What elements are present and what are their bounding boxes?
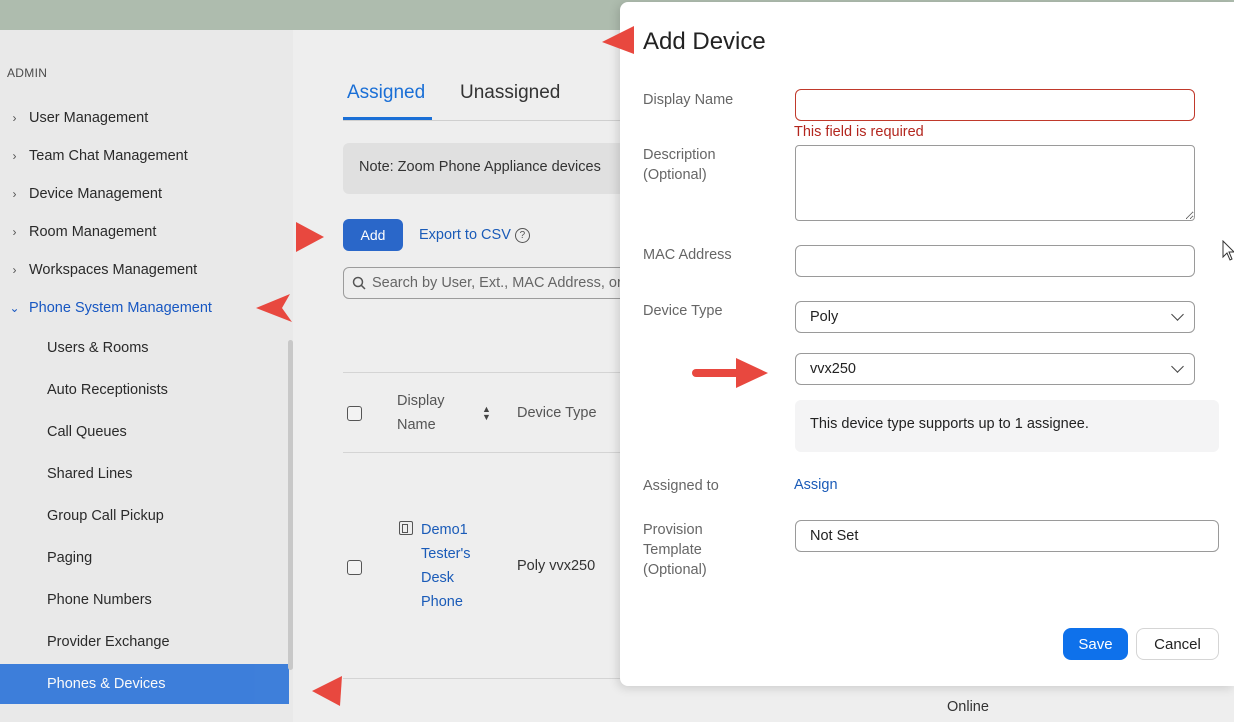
- desk-phone-icon: [399, 521, 413, 535]
- sidebar-item-auto-receptionists[interactable]: Auto Receptionists: [0, 372, 289, 408]
- sidebar-item-workspaces-management[interactable]: › Workspaces Management: [0, 252, 289, 288]
- device-brand-value: Poly: [810, 309, 839, 325]
- display-name-input[interactable]: [795, 89, 1195, 121]
- device-name-link[interactable]: Demo1 Tester's Desk Phone: [421, 518, 491, 614]
- device-type-info: This device type supports up to 1 assign…: [795, 400, 1219, 452]
- add-device-dialog: Add Device Display Name This field is re…: [620, 2, 1234, 686]
- sidebar-item-label: Team Chat Management: [29, 148, 188, 164]
- row-checkbox[interactable]: [347, 560, 362, 575]
- sidebar-item-provider-exchange[interactable]: Provider Exchange: [0, 624, 289, 660]
- chevron-right-icon: ›: [12, 149, 17, 163]
- table-header-bottom-border: [343, 452, 633, 453]
- annotation-arrow-icon: [296, 222, 324, 252]
- sidebar-item-paging[interactable]: Paging: [0, 540, 289, 576]
- sidebar-item-label: Device Management: [29, 186, 162, 202]
- device-type-label: Device Type: [643, 303, 723, 319]
- tab-unassigned[interactable]: Unassigned: [460, 82, 560, 104]
- display-name-label: Display Name: [643, 92, 734, 108]
- sidebar-item-label: Phone Numbers: [47, 592, 152, 608]
- column-header-display-name[interactable]: Display Name: [397, 389, 467, 437]
- sidebar: ADMIN › User Management › Team Chat Mana…: [0, 30, 293, 722]
- column-header-device-type[interactable]: Device Type: [517, 401, 597, 425]
- status-text: Online: [947, 699, 989, 715]
- chevron-down-icon: [1171, 308, 1184, 321]
- display-name-error: This field is required: [794, 124, 924, 140]
- sidebar-item-shared-lines[interactable]: Shared Lines: [0, 456, 289, 492]
- mouse-cursor-icon: [1222, 240, 1234, 261]
- sidebar-item-phone-numbers[interactable]: Phone Numbers: [0, 582, 289, 618]
- search-input[interactable]: [372, 275, 632, 291]
- description-label: Description (Optional): [643, 147, 716, 183]
- sidebar-item-label: Group Call Pickup: [47, 508, 164, 524]
- sidebar-item-label: Auto Receptionists: [47, 382, 168, 398]
- tab-assigned[interactable]: Assigned: [347, 82, 425, 104]
- assign-link[interactable]: Assign: [794, 477, 838, 493]
- sidebar-item-user-management[interactable]: › User Management: [0, 100, 289, 136]
- sidebar-item-phone-system-management[interactable]: ⌄ Phone System Management: [0, 290, 289, 326]
- mac-address-label: MAC Address: [643, 247, 732, 263]
- table-header-top-border: [343, 372, 633, 373]
- add-button[interactable]: Add: [343, 219, 403, 251]
- chevron-right-icon: ›: [12, 187, 17, 201]
- annotation-arrow-icon: [256, 294, 292, 322]
- sidebar-item-users-rooms[interactable]: Users & Rooms: [0, 330, 289, 366]
- sidebar-item-group-call-pickup[interactable]: Group Call Pickup: [0, 498, 289, 534]
- search-icon: [352, 276, 366, 290]
- table-row-border: [343, 678, 633, 679]
- sidebar-item-label: Call Queues: [47, 424, 127, 440]
- chevron-down-icon: [1171, 360, 1184, 373]
- sidebar-item-label: Workspaces Management: [29, 262, 198, 278]
- search-box[interactable]: [343, 267, 633, 299]
- sidebar-item-label: Phones & Devices: [47, 676, 166, 692]
- provision-template-select[interactable]: Not Set: [795, 520, 1219, 552]
- sidebar-item-label: Users & Rooms: [47, 340, 149, 356]
- annotation-arrow-icon: [312, 676, 342, 706]
- sidebar-item-device-management[interactable]: › Device Management: [0, 176, 289, 212]
- tabs-divider: [343, 120, 623, 121]
- dialog-title: Add Device: [643, 28, 766, 55]
- chevron-right-icon: ›: [12, 111, 17, 125]
- sidebar-item-label: User Management: [29, 110, 149, 126]
- device-type-cell: Poly vvx250: [517, 558, 596, 574]
- annotation-arrow-icon: [692, 358, 768, 388]
- description-textarea[interactable]: [795, 145, 1195, 221]
- provision-template-value: Not Set: [810, 528, 859, 544]
- sidebar-item-phones-devices[interactable]: Phones & Devices: [0, 664, 289, 704]
- sidebar-item-label: Paging: [47, 550, 93, 566]
- device-brand-select[interactable]: Poly: [795, 301, 1195, 333]
- chevron-down-icon: ⌄: [9, 301, 20, 315]
- chevron-right-icon: ›: [12, 263, 17, 277]
- cancel-button[interactable]: Cancel: [1136, 628, 1219, 660]
- sidebar-item-label: Room Management: [29, 224, 157, 240]
- help-icon[interactable]: ?: [514, 227, 530, 243]
- sidebar-item-call-queues[interactable]: Call Queues: [0, 414, 289, 450]
- note-banner: Note: Zoom Phone Appliance devices: [343, 143, 633, 194]
- sidebar-item-team-chat-management[interactable]: › Team Chat Management: [0, 138, 289, 174]
- export-csv-link[interactable]: Export to CSV ?: [419, 227, 530, 243]
- assigned-to-label: Assigned to: [643, 478, 719, 494]
- provision-template-label: Provision Template (Optional): [643, 522, 707, 578]
- device-model-select[interactable]: vvx250: [795, 353, 1195, 385]
- sort-icon[interactable]: ▲ ▼: [482, 405, 491, 422]
- device-model-value: vvx250: [810, 361, 856, 377]
- annotation-arrow-icon: [602, 26, 634, 54]
- sidebar-section-label: ADMIN: [7, 66, 48, 80]
- select-all-checkbox[interactable]: [347, 406, 362, 421]
- mac-address-input[interactable]: [795, 245, 1195, 277]
- sidebar-item-room-management[interactable]: › Room Management: [0, 214, 289, 250]
- save-button[interactable]: Save: [1063, 628, 1128, 660]
- sidebar-item-label: Phone System Management: [29, 300, 212, 316]
- sidebar-item-label: Shared Lines: [47, 466, 133, 482]
- sidebar-item-label: Provider Exchange: [47, 634, 170, 650]
- chevron-right-icon: ›: [12, 225, 17, 239]
- export-csv-label: Export to CSV: [419, 227, 511, 243]
